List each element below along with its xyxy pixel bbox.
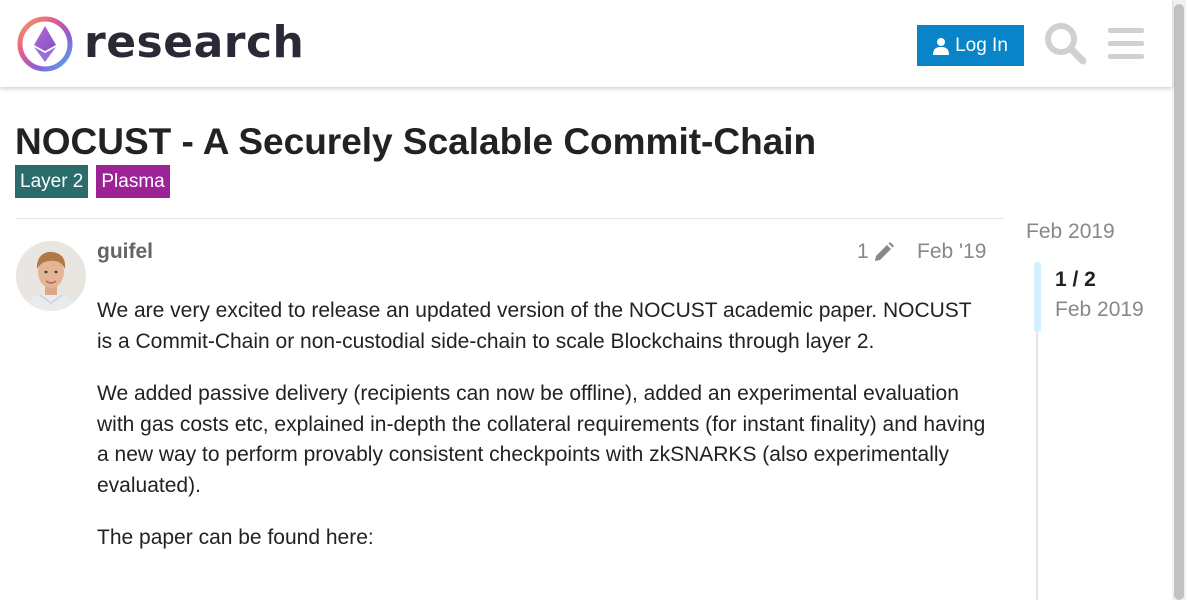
post-date[interactable]: Feb '19: [917, 240, 986, 264]
timeline-start-date[interactable]: Feb 2019: [1026, 220, 1115, 244]
topic-title[interactable]: NOCUST - A Securely Scalable Commit-Chai…: [15, 120, 816, 164]
timeline-position: 1 / 2: [1055, 268, 1096, 291]
login-button[interactable]: Log In: [917, 25, 1024, 66]
tag-plasma[interactable]: Plasma: [96, 165, 170, 198]
divider: [15, 218, 1004, 219]
search-icon[interactable]: [1043, 21, 1087, 65]
post-paragraph: The paper can be found here:: [97, 526, 374, 549]
user-icon: [933, 37, 950, 55]
topic-tags: Layer 2 Plasma: [15, 165, 170, 198]
edit-count: 1: [857, 240, 869, 263]
ethereum-research-logo-icon[interactable]: [16, 15, 74, 73]
post-paragraph: We are very excited to release an update…: [97, 299, 972, 353]
login-label: Log In: [955, 34, 1008, 56]
edit-history-button[interactable]: 1: [857, 240, 895, 264]
post-username[interactable]: guifel: [97, 240, 153, 264]
timeline-position-date: Feb 2019: [1055, 298, 1144, 321]
post-body: We are very excited to release an update…: [97, 296, 987, 576]
avatar[interactable]: [16, 241, 86, 311]
hamburger-menu-icon[interactable]: [1106, 24, 1146, 64]
tag-layer-2[interactable]: Layer 2: [15, 165, 89, 198]
brand-name[interactable]: research: [84, 16, 304, 70]
post-paragraph: We added passive delivery (recipients ca…: [97, 382, 986, 497]
scrollbar-thumb[interactable]: [1174, 4, 1184, 600]
timeline-scroller-handle[interactable]: [1034, 262, 1041, 332]
site-header: research Log In: [0, 0, 1172, 87]
pencil-icon: [874, 242, 894, 261]
